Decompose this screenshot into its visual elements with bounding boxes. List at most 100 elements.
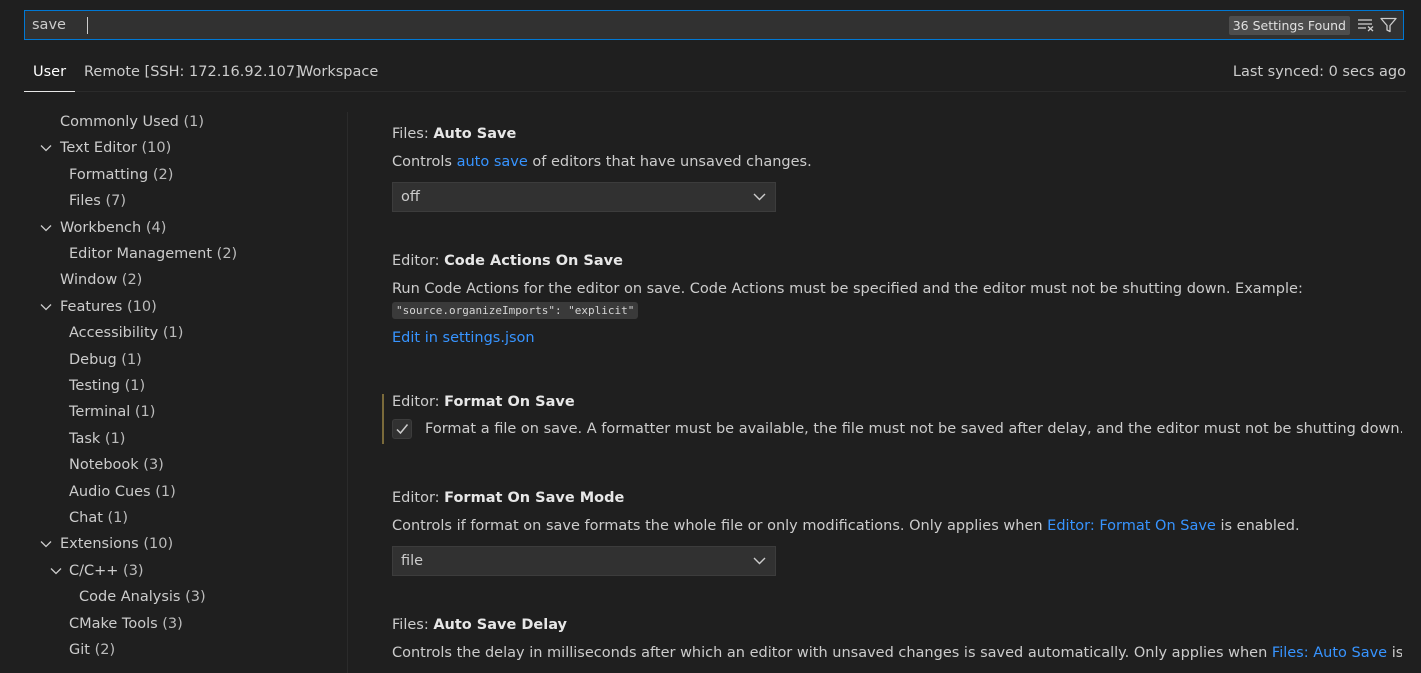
setting-category: Files:	[392, 617, 434, 633]
toc-item-label: Formatting	[69, 167, 149, 183]
setting-format-on-save: Editor: Format On Save Format a file on …	[392, 391, 1402, 439]
setting-name: Auto Save	[433, 126, 517, 142]
toc-item-count: (2)	[94, 642, 116, 658]
toc-item-count: (1)	[134, 404, 156, 420]
toc-item-label: Terminal	[69, 404, 131, 420]
files-auto-save-link[interactable]: Files: Auto Save	[1272, 645, 1387, 661]
toc-item-text-editor[interactable]: Text Editor (10)	[60, 136, 171, 160]
toc-item-label: Workbench	[60, 220, 142, 236]
toc-item-label: Text Editor	[60, 140, 137, 156]
setting-title: Editor: Format On Save	[392, 391, 1402, 413]
toc-item-count: (10)	[141, 140, 172, 156]
chevron-down-icon[interactable]	[40, 224, 52, 232]
toc-item-git[interactable]: Git (2)	[69, 638, 115, 662]
toc-item-label: Chat	[69, 510, 103, 526]
check-icon	[396, 424, 409, 435]
tab-workspace[interactable]: Workspace	[299, 64, 378, 91]
chevron-down-icon[interactable]	[40, 303, 52, 311]
setting-description: Run Code Actions for the editor on save.…	[392, 281, 1303, 297]
toc-item-terminal[interactable]: Terminal (1)	[69, 400, 155, 424]
toc-item-count: (2)	[152, 167, 174, 183]
setting-name: Format On Save	[444, 394, 575, 410]
format-on-save-checkbox[interactable]	[392, 419, 412, 439]
toc-item-editor-management[interactable]: Editor Management (2)	[69, 242, 237, 266]
tab-user[interactable]: User	[24, 64, 76, 92]
toc-item-count: (1)	[104, 431, 126, 447]
tab-remote[interactable]: Remote [SSH: 172.16.92.107]	[84, 64, 301, 91]
filter-icon[interactable]	[1380, 17, 1397, 33]
toc-item-count: (7)	[105, 193, 126, 209]
auto-save-link[interactable]: auto save	[457, 154, 528, 170]
toc-item-count: (2)	[121, 272, 143, 288]
setting-category: Editor:	[392, 490, 445, 506]
description-text: Controls if format on save formats the w…	[392, 518, 1048, 534]
toc-item-cmake-tools[interactable]: CMake Tools (3)	[69, 612, 183, 636]
toc-item-files[interactable]: Files (7)	[69, 189, 126, 213]
auto-save-select[interactable]: off	[392, 182, 776, 212]
toc-item-cpp[interactable]: C/C++ (3)	[69, 559, 144, 583]
toc-item-workbench[interactable]: Workbench (4)	[60, 216, 166, 240]
toc-item-count: (2)	[216, 246, 238, 262]
toc-item-count: (3)	[162, 616, 183, 632]
toc-item-window[interactable]: Window (2)	[60, 268, 142, 292]
clear-search-icon[interactable]	[1357, 18, 1375, 32]
chevron-down-icon[interactable]	[50, 567, 62, 575]
chevron-down-icon[interactable]	[40, 144, 52, 152]
toc-item-label: Debug	[69, 352, 117, 368]
results-count-badge: 36 Settings Found	[1228, 16, 1350, 35]
toc-item-count: (1)	[155, 484, 176, 500]
toc-item-label: Features	[60, 299, 123, 315]
toc-item-audio-cues[interactable]: Audio Cues (1)	[69, 480, 176, 504]
description-text: Controls	[392, 154, 457, 170]
toc-item-count: (1)	[124, 378, 146, 394]
toc-item-debug[interactable]: Debug (1)	[69, 348, 142, 372]
toc-item-code-analysis[interactable]: Code Analysis (3)	[79, 585, 206, 609]
selected-value: off	[401, 189, 420, 205]
toc-divider	[347, 112, 348, 673]
toc-item-chat[interactable]: Chat (1)	[69, 506, 128, 530]
toc-item-label: C/C++	[69, 563, 119, 579]
toc-item-count: (1)	[183, 114, 204, 130]
settings-search-input[interactable]	[25, 11, 1232, 39]
settings-scope-tabs: User Remote [SSH: 172.16.92.107] Workspa…	[24, 58, 1406, 92]
toc-item-count: (10)	[126, 299, 157, 315]
setting-title: Files: Auto Save Delay	[392, 614, 1402, 636]
toc-item-features[interactable]: Features (10)	[60, 295, 157, 319]
toc-item-count: (1)	[121, 352, 142, 368]
format-on-save-link[interactable]: Editor: Format On Save	[1047, 518, 1216, 534]
toc-item-label: Window	[60, 272, 118, 288]
chevron-down-icon	[753, 193, 766, 201]
toc-item-count: (1)	[162, 325, 184, 341]
setting-title: Editor: Format On Save Mode	[392, 487, 1402, 509]
toc-item-label: Audio Cues	[69, 484, 151, 500]
toc-item-count: (10)	[143, 536, 174, 552]
setting-title: Files: Auto Save	[392, 123, 1402, 145]
setting-description: Controls the delay in milliseconds after…	[392, 642, 1402, 664]
toc-item-formatting[interactable]: Formatting (2)	[69, 163, 173, 187]
setting-auto-save-delay: Files: Auto Save Delay Controls the dela…	[392, 614, 1402, 664]
checkbox-label: Format a file on save. A formatter must …	[425, 421, 1402, 437]
edit-in-settings-json-link[interactable]: Edit in settings.json	[392, 330, 535, 346]
setting-title: Editor: Code Actions On Save	[392, 250, 1402, 272]
toc-item-testing[interactable]: Testing (1)	[69, 374, 145, 398]
toc-item-label: Testing	[69, 378, 120, 394]
toc-item-count: (3)	[185, 589, 206, 605]
toc-item-extensions[interactable]: Extensions (10)	[60, 532, 173, 556]
settings-search-box[interactable]: 36 Settings Found	[24, 10, 1404, 40]
setting-category: Editor:	[392, 394, 445, 410]
chevron-down-icon[interactable]	[40, 540, 52, 548]
toc-item-notebook[interactable]: Notebook (3)	[69, 453, 164, 477]
settings-list: Files: Auto Save Controls auto save of e…	[392, 112, 1402, 673]
toc-item-task[interactable]: Task (1)	[69, 427, 125, 451]
description-text: is set to	[1391, 645, 1402, 661]
toc-item-label: Extensions	[60, 536, 139, 552]
setting-code-actions-on-save: Editor: Code Actions On Save Run Code Ac…	[392, 250, 1402, 349]
toc-item-commonly-used[interactable]: Commonly Used (1)	[60, 110, 204, 134]
format-on-save-mode-select[interactable]: file	[392, 546, 776, 576]
selected-value: file	[401, 553, 424, 569]
setting-files-auto-save: Files: Auto Save Controls auto save of e…	[392, 123, 1402, 212]
toc-item-accessibility[interactable]: Accessibility (1)	[69, 321, 183, 345]
toc-item-label: Notebook	[69, 457, 139, 473]
toc-item-label: Git	[69, 642, 90, 658]
toc-item-count: (3)	[123, 563, 144, 579]
